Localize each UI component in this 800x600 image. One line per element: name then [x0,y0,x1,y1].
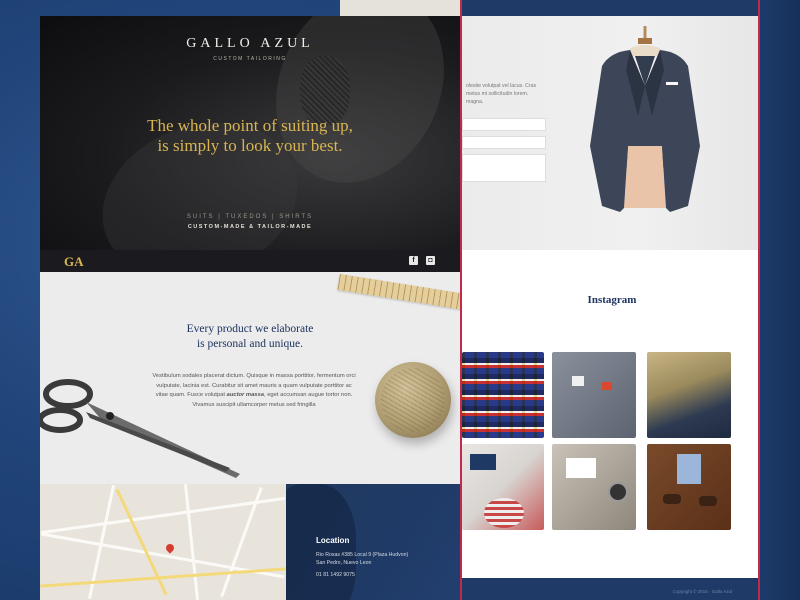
contact-section: olestie volutpat vel lacus. Cras metus m… [462,16,758,250]
hero-subtag: CUSTOM-MADE & TAILOR-MADE [187,224,313,230]
product-heading-line-1: Every product we elaborate [186,323,314,335]
map-pin-icon[interactable] [164,542,176,554]
background-right [760,0,800,600]
email-field[interactable] [462,136,546,149]
location-address-line-2: San Pedro, Nuevo Leon [316,560,372,566]
top-map-strip [340,0,640,16]
message-field[interactable] [462,154,546,182]
right-page: olestie volutpat vel lacus. Cras metus m… [460,0,760,600]
footer: Copyright © 2015 · Gallo Azul [462,578,758,600]
hero-categories: SUITS | TUXEDOS | SHIRTS [186,214,314,220]
contact-text: olestie volutpat vel lacus. Cras metus m… [466,82,596,106]
scissors-image [40,379,240,478]
footer-copyright: Copyright © 2015 · Gallo Azul [672,589,732,594]
instagram-photo-outfit[interactable] [647,444,731,530]
location-address-line-1: Rio Rosas #385 Local 9 (Plaza Hudvon) [316,552,409,558]
right-top-strip [462,0,758,16]
name-field[interactable] [462,118,546,131]
instagram-photo-plaid-shirt[interactable] [462,352,544,438]
navbar: GA f ◘ [40,250,460,272]
instagram-photo-accessories[interactable] [462,444,544,530]
instagram-photo-cufflinks[interactable] [552,352,636,438]
logo[interactable]: GA [64,254,84,270]
location-phone: 01 81 1492 9075 [316,572,355,578]
location-title: Location [316,536,350,545]
hero-headline-line-2: is simply to look your best. [157,136,343,155]
contact-text-line: magna. [466,99,484,105]
twine-ball-image [375,362,451,438]
facebook-icon[interactable]: f [409,256,418,265]
product-text-span: , eget accumsan augue tortor non. [263,392,353,398]
contact-text-line: metus mi sollicitudin lorem. [466,91,529,97]
product-heading-line-2: is personal and unique. [196,338,304,350]
ruler-image [337,274,460,312]
contact-text-line: olestie volutpat vel lacus. Cras [466,83,537,89]
hero-headline-line-1: The whole point of suiting up, [147,116,353,135]
brand-tagline: CUSTOM TAILORING [213,56,287,62]
instagram-icon[interactable]: ◘ [426,256,435,265]
brand-name: GALLO AZUL [186,36,314,51]
instagram-photo-watch[interactable] [552,444,636,530]
location-section: Location Rio Rosas #385 Local 9 (Plaza H… [286,484,460,600]
hero-section: GALLO AZUL CUSTOM TAILORING The whole po… [40,16,460,250]
instagram-title: Instagram [587,294,637,306]
suit-image [590,26,700,212]
product-heading: Every product we elaborate is personal a… [40,322,460,352]
product-section: Every product we elaborate is personal a… [40,272,460,484]
hero-headline: The whole point of suiting up, is simply… [40,116,460,156]
instagram-photo-jacket-lining[interactable] [647,352,731,438]
location-map[interactable] [40,484,286,600]
